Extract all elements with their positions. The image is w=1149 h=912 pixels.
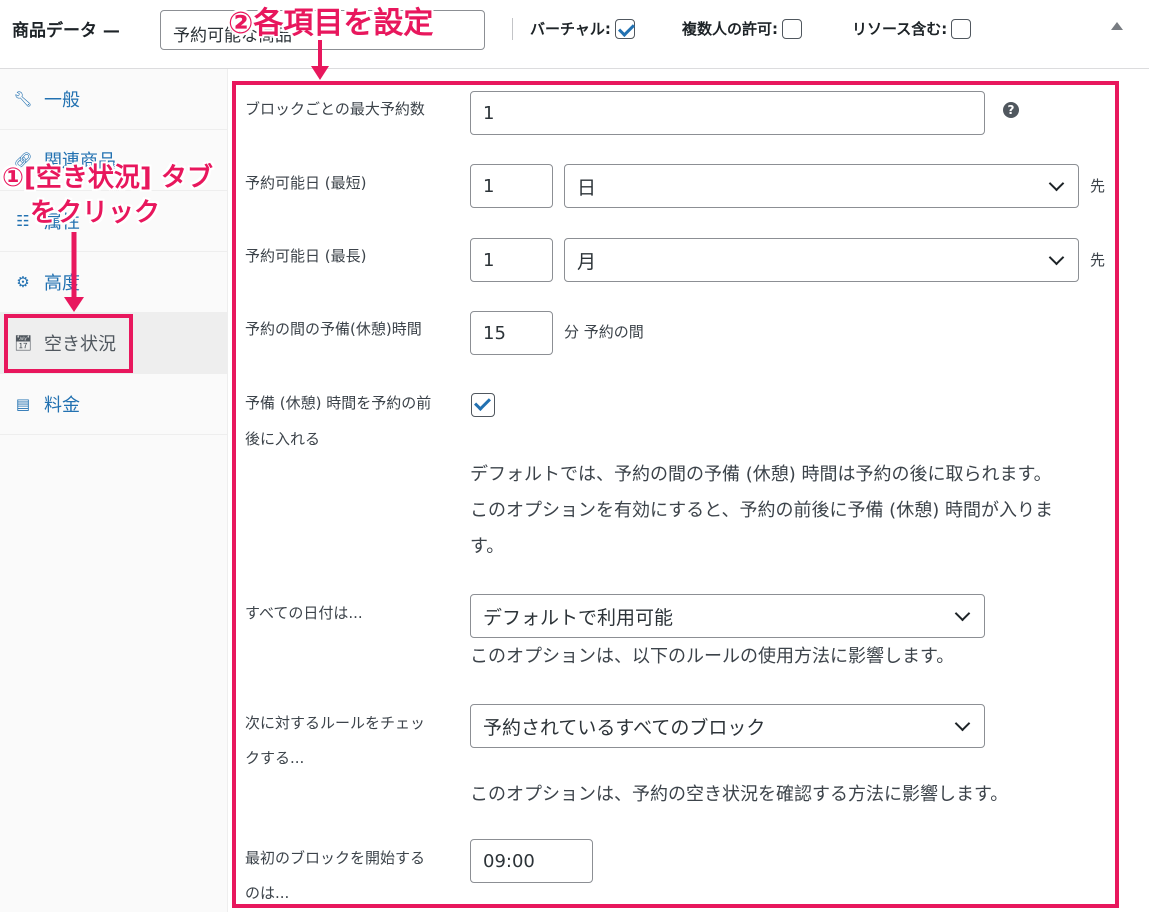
arrow-step2-head — [311, 66, 329, 80]
step1-annotation-line1: ①[空き状況] タブ — [2, 163, 213, 193]
arrow-step1-head — [64, 297, 84, 312]
annotation-arrows — [64, 40, 329, 312]
step1-annotation-line2: をクリック — [30, 198, 161, 228]
step2-annotation: ②各項目を設定 — [228, 6, 434, 41]
